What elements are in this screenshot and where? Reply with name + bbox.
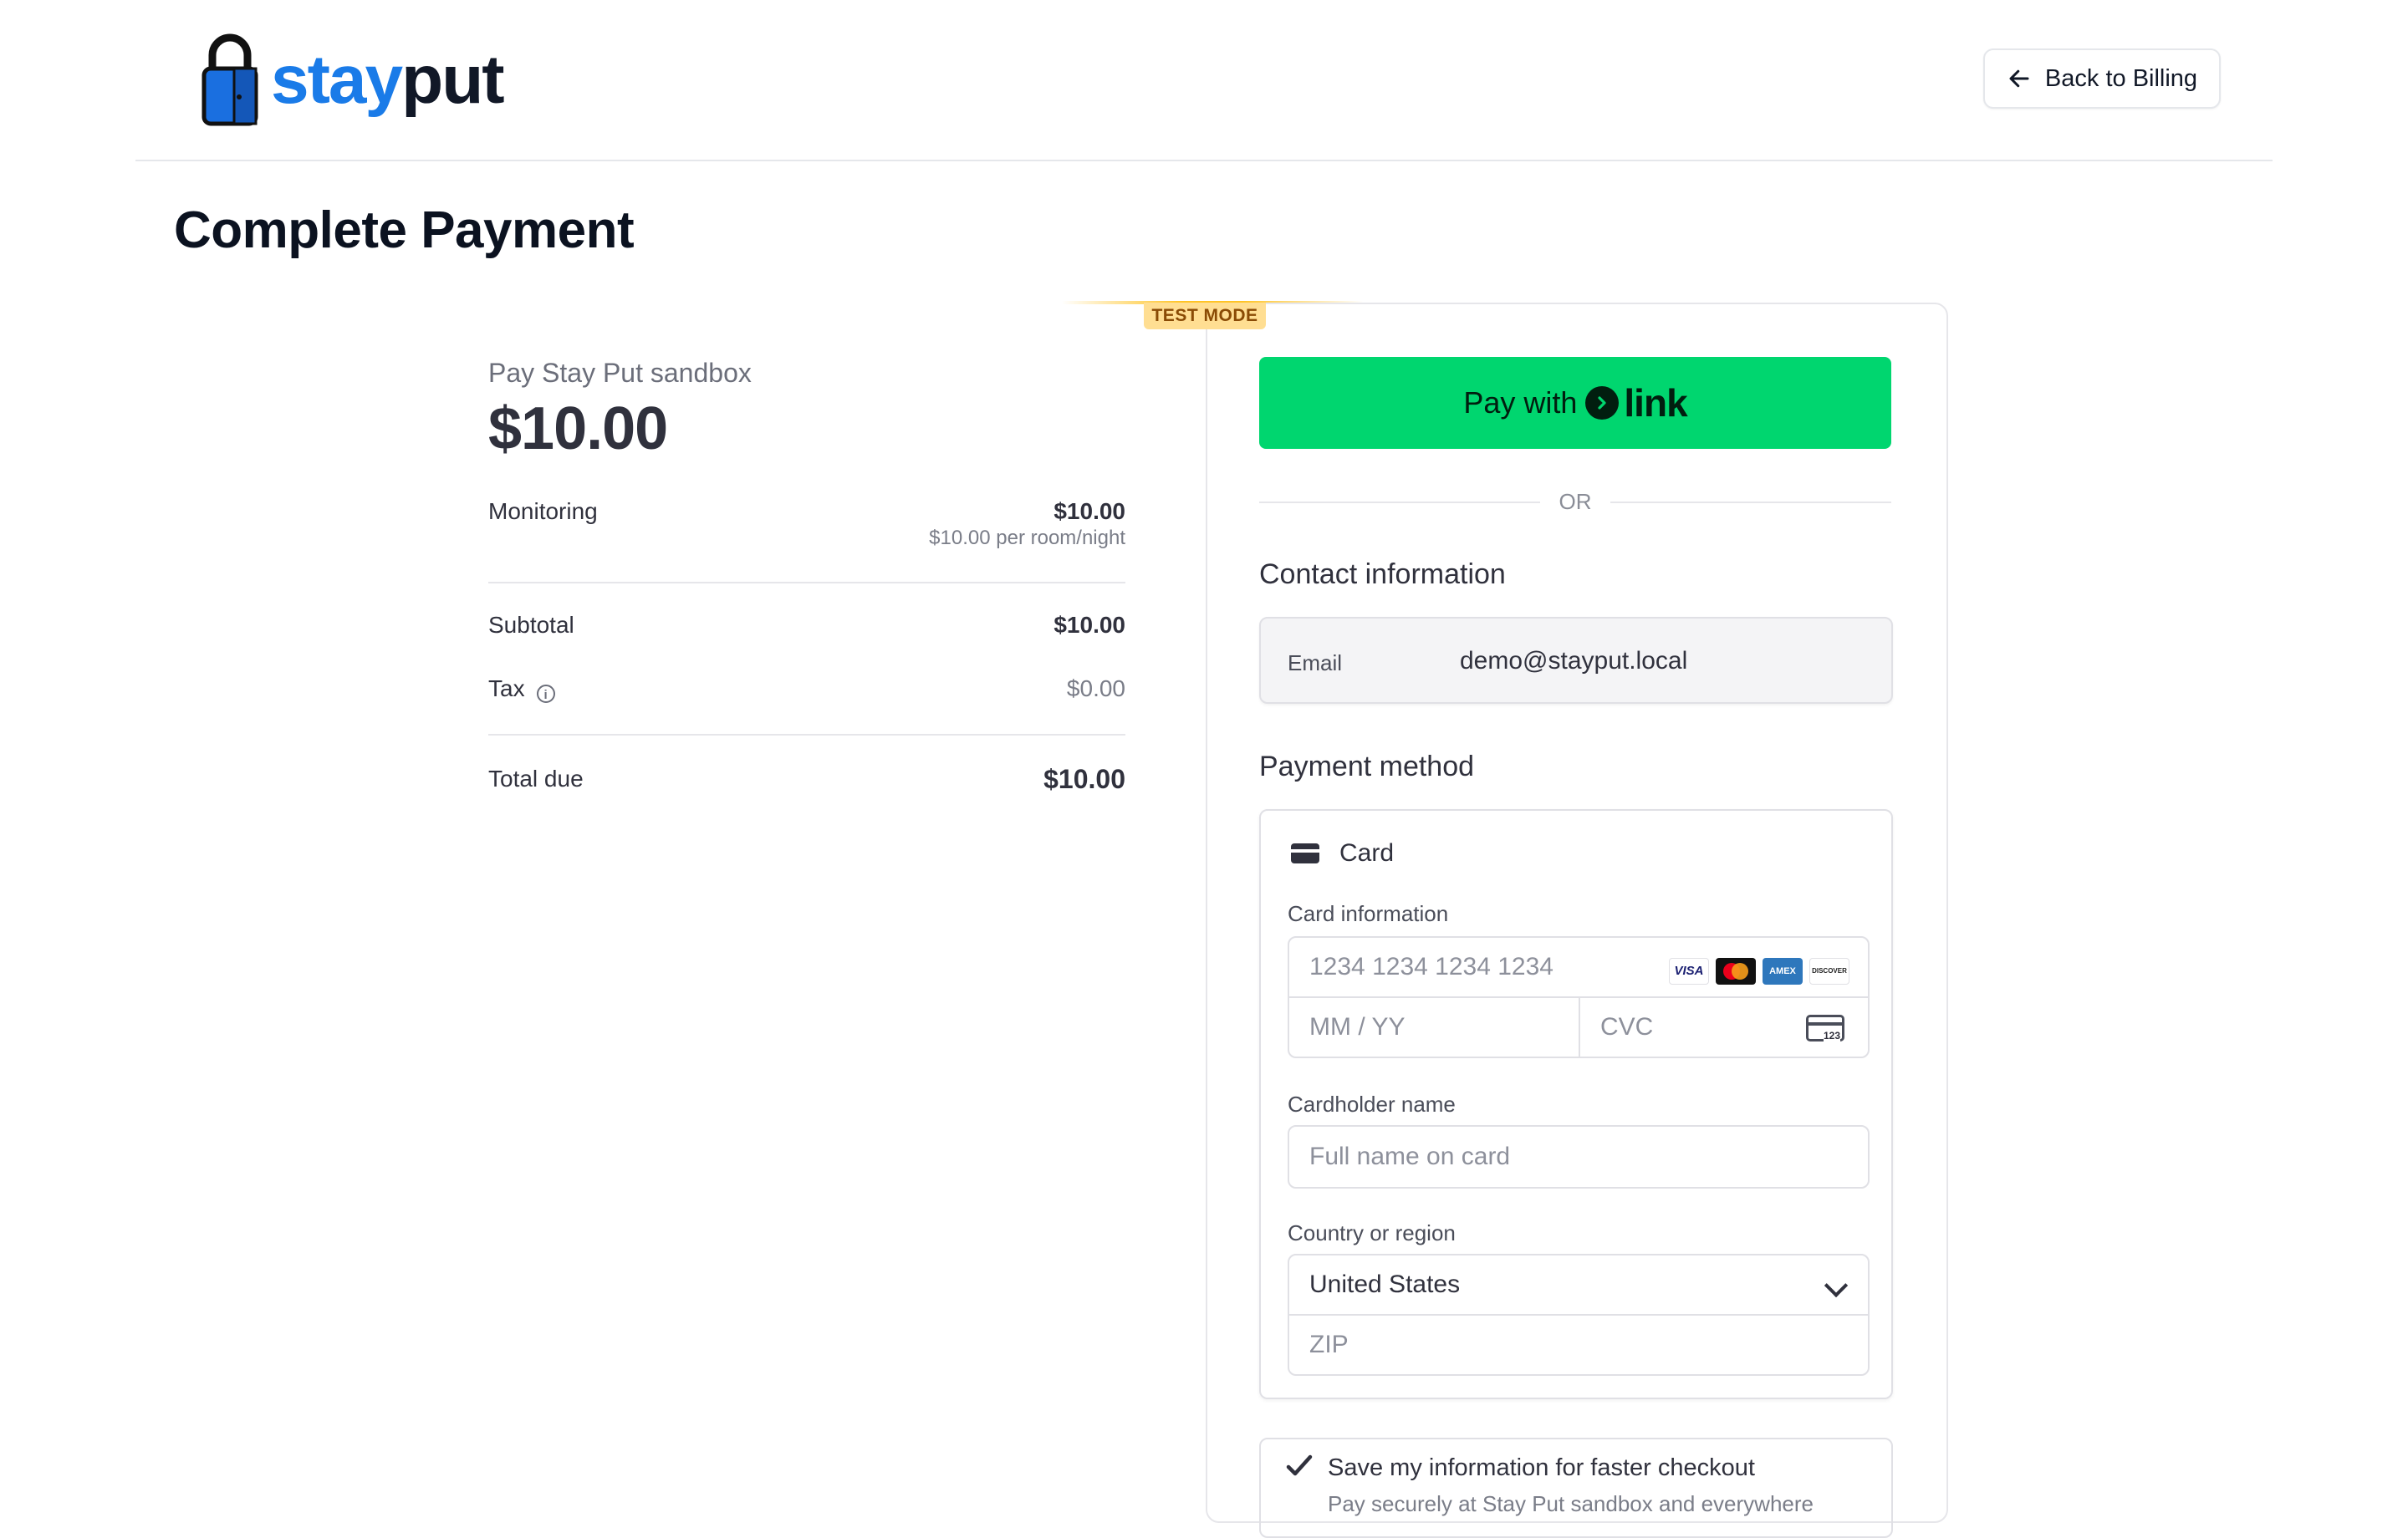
link-brand: link bbox=[1624, 381, 1687, 425]
email-label: Email bbox=[1288, 650, 1343, 675]
info-icon[interactable]: i bbox=[536, 685, 555, 703]
cvc-input[interactable]: CVC 123 bbox=[1579, 996, 1870, 1058]
total-label: Total due bbox=[488, 766, 584, 792]
logo-text-stay: stay bbox=[271, 42, 403, 118]
card-method-header[interactable]: Card bbox=[1291, 839, 1394, 868]
or-divider: OR bbox=[1259, 489, 1891, 514]
tax-value: $0.00 bbox=[1066, 675, 1125, 701]
or-label: OR bbox=[1559, 489, 1592, 514]
back-to-billing-label: Back to Billing bbox=[2044, 64, 2198, 92]
discover-icon: DISCOVER bbox=[1809, 958, 1849, 985]
credit-card-icon bbox=[1291, 843, 1319, 863]
cvc-card-icon: 123 bbox=[1806, 1015, 1844, 1041]
zip-placeholder: ZIP bbox=[1309, 1331, 1349, 1358]
cvc-icon-text: 123 bbox=[1823, 1030, 1840, 1041]
card-method-label: Card bbox=[1339, 839, 1395, 867]
expiry-input[interactable]: MM / YY bbox=[1288, 996, 1580, 1058]
tax-label-wrap: Tax i bbox=[488, 675, 555, 703]
logo-wordmark: stayput bbox=[271, 46, 505, 115]
subtotal-label: Subtotal bbox=[488, 612, 574, 638]
checkmark-icon[interactable] bbox=[1284, 1451, 1314, 1481]
divider bbox=[488, 734, 1125, 736]
pay-with-label: Pay with bbox=[1463, 385, 1578, 420]
page-title: Complete Payment bbox=[174, 201, 635, 259]
country-select[interactable]: United States bbox=[1288, 1254, 1870, 1316]
lock-icon bbox=[202, 33, 258, 126]
logo-text-put: put bbox=[401, 42, 504, 118]
card-brands: VISA AMEX DISCOVER bbox=[1669, 958, 1849, 985]
tax-label: Tax bbox=[488, 675, 525, 701]
card-information-label: Card information bbox=[1288, 901, 1449, 926]
chevron-down-icon bbox=[1824, 1273, 1849, 1298]
line-item-amount: $10.00 bbox=[1054, 498, 1125, 524]
visa-icon: VISA bbox=[1669, 958, 1709, 985]
test-mode-badge: TEST MODE bbox=[1144, 303, 1266, 329]
back-to-billing-button[interactable]: Back to Billing bbox=[1983, 48, 2221, 109]
divider bbox=[488, 582, 1125, 583]
email-value: demo@stayput.local bbox=[1460, 647, 1688, 675]
expiry-placeholder: MM / YY bbox=[1309, 1013, 1406, 1041]
payment-method-box: Card Card information 1234 1234 1234 123… bbox=[1259, 809, 1893, 1399]
save-information-label: Save my information for faster checkout bbox=[1328, 1454, 1755, 1481]
link-arrow-icon bbox=[1585, 386, 1620, 420]
mastercard-icon bbox=[1716, 958, 1756, 985]
cvc-placeholder: CVC bbox=[1600, 1013, 1654, 1041]
line-item-name: Monitoring bbox=[488, 498, 598, 524]
top-bar: stayput Back to Billing bbox=[135, 0, 2273, 161]
email-field[interactable]: Email demo@stayput.local bbox=[1259, 617, 1893, 704]
cardholder-placeholder: Full name on card bbox=[1309, 1143, 1511, 1170]
payment-method-title: Payment method bbox=[1259, 751, 1475, 782]
contact-information-title: Contact information bbox=[1259, 558, 1506, 590]
merchant-name: Pay Stay Put sandbox bbox=[488, 358, 752, 388]
cardholder-name-input[interactable]: Full name on card bbox=[1288, 1125, 1870, 1189]
zip-input[interactable]: ZIP bbox=[1288, 1314, 1870, 1376]
arrow-left-icon bbox=[2009, 69, 2029, 88]
save-information-option[interactable]: Save my information for faster checkout … bbox=[1259, 1438, 1893, 1538]
total-value: $10.00 bbox=[1043, 764, 1125, 794]
cardholder-name-label: Cardholder name bbox=[1288, 1092, 1456, 1117]
line-item-detail: $10.00 per room/night bbox=[929, 527, 1125, 549]
amex-icon: AMEX bbox=[1763, 958, 1803, 985]
pay-with-link-button[interactable]: Pay with link bbox=[1259, 357, 1891, 449]
country-region-label: Country or region bbox=[1288, 1220, 1456, 1245]
total-amount: $10.00 bbox=[488, 395, 668, 462]
card-number-placeholder: 1234 1234 1234 1234 bbox=[1309, 953, 1553, 980]
subtotal-value: $10.00 bbox=[1054, 612, 1125, 638]
card-number-input[interactable]: 1234 1234 1234 1234 VISA AMEX DISCOVER bbox=[1288, 936, 1870, 998]
stayput-logo[interactable]: stayput bbox=[201, 33, 505, 127]
country-value: United States bbox=[1309, 1271, 1461, 1298]
